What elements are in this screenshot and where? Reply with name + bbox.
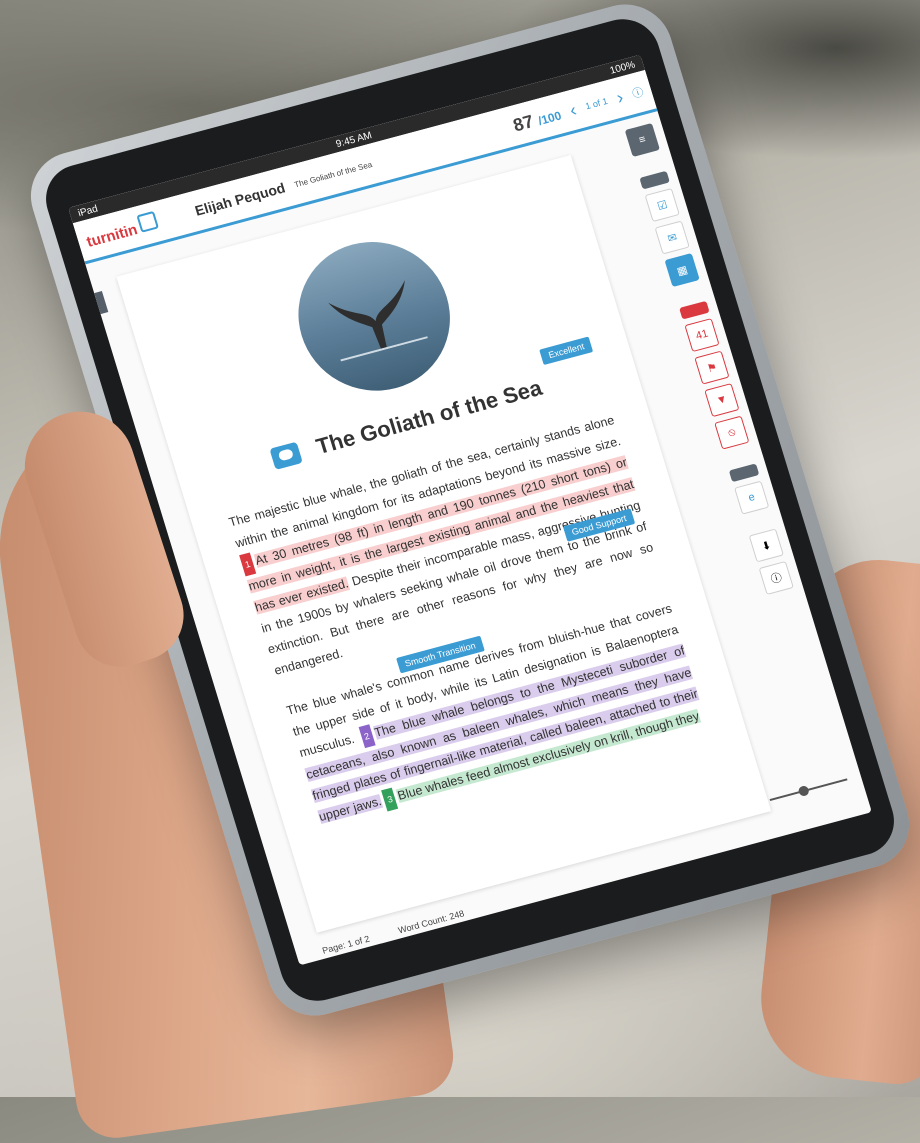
word-count: Word Count: 248 bbox=[396, 908, 466, 936]
rubric-icon[interactable]: ☑ bbox=[644, 187, 680, 223]
ets-icon[interactable]: e bbox=[734, 480, 770, 515]
flag-icon[interactable]: ⚑ bbox=[694, 350, 730, 385]
info-circle-icon[interactable]: ⓘ bbox=[630, 83, 645, 101]
page-selector[interactable]: 1 of 1 bbox=[584, 96, 609, 111]
logo-text: turnitin bbox=[84, 221, 140, 251]
whale-tail-image bbox=[279, 225, 469, 408]
turnitin-logo: turnitin bbox=[83, 210, 160, 251]
comment-icon[interactable]: ✉ bbox=[654, 220, 690, 255]
chevron-right-icon[interactable]: › bbox=[614, 87, 626, 109]
score-max: /100 bbox=[536, 108, 563, 128]
ets-group-tab[interactable] bbox=[728, 463, 760, 483]
grid-icon[interactable]: ▦ bbox=[664, 253, 700, 288]
comment-icon[interactable] bbox=[269, 441, 303, 470]
score-value: 87 bbox=[510, 110, 536, 135]
page-count: Page: 1 of 2 bbox=[321, 933, 371, 956]
header-doc-title: The Goliath of the Sea bbox=[293, 159, 374, 189]
similarity-count[interactable]: 41 bbox=[684, 318, 720, 353]
filter-icon[interactable]: ▼ bbox=[704, 383, 740, 418]
left-drawer-handle[interactable] bbox=[94, 290, 109, 315]
block-icon[interactable]: ⦸ bbox=[714, 415, 750, 450]
whale-tail-graphic bbox=[328, 280, 428, 362]
info-icon[interactable]: ⓘ bbox=[758, 560, 794, 595]
tag-excellent[interactable]: Excellent bbox=[539, 336, 594, 365]
layers-icon[interactable]: ≡ bbox=[624, 122, 660, 157]
similarity-group-tab[interactable] bbox=[679, 300, 710, 320]
grade-score[interactable]: 87 /100 bbox=[511, 103, 564, 136]
logo-mark-icon bbox=[135, 210, 159, 233]
download-icon[interactable]: ⬇ bbox=[748, 528, 784, 563]
zoom-slider[interactable] bbox=[769, 778, 848, 802]
grading-group-tab[interactable] bbox=[639, 170, 670, 190]
chevron-left-icon[interactable]: ‹ bbox=[567, 99, 579, 121]
